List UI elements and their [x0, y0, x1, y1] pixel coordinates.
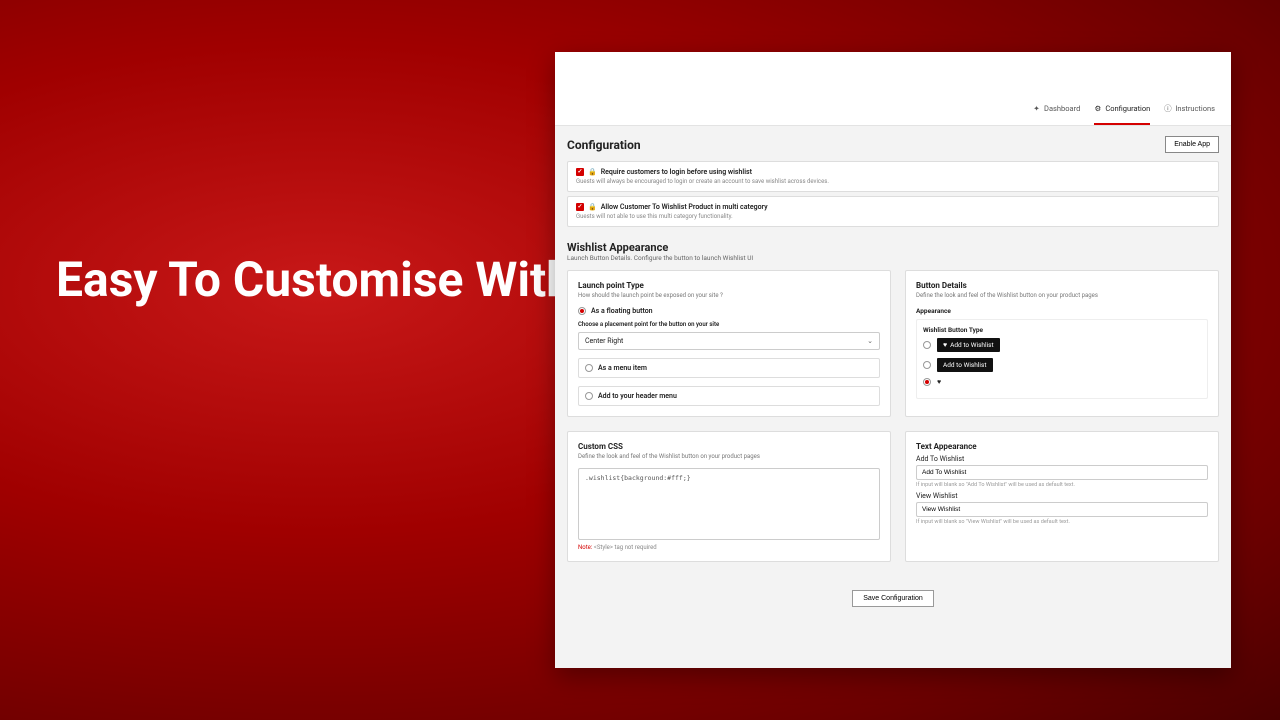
input-hint: If input will blank so "Add To Wishlist"… [916, 482, 1208, 488]
card-title: Custom CSS [578, 442, 880, 451]
heart-icon: ♥ [943, 341, 947, 349]
select-value: Center Right [585, 337, 623, 345]
appearance-label: Appearance [916, 307, 1208, 315]
wishlist-appearance-title: Wishlist Appearance [567, 241, 1219, 254]
info-icon: ⓘ [1164, 105, 1171, 112]
toggle-label: Allow Customer To Wishlist Product in mu… [601, 203, 768, 211]
add-wishlist-label: Add To Wishlist [916, 455, 1208, 463]
tab-dashboard[interactable]: ✦ Dashboard [1033, 98, 1080, 125]
button-type-option-3[interactable]: ♥ [923, 378, 1201, 386]
card-title: Text Appearance [916, 442, 1208, 451]
css-note: Note: <Style> tag not required [578, 544, 880, 551]
wishlist-button-preview: ♥ Add to Wishlist [937, 338, 1000, 352]
launch-option-menu[interactable]: As a menu item [578, 358, 880, 378]
tab-label: Configuration [1105, 104, 1150, 113]
lock-icon: 🔒 [588, 168, 597, 176]
radio-icon [585, 364, 593, 372]
button-type-label: Wishlist Button Type [923, 326, 1201, 334]
custom-css-card: Custom CSS Define the look and feel of t… [567, 431, 891, 562]
checkbox-icon[interactable]: ✓ [576, 203, 584, 211]
toggle-note: Guests will always be encouraged to logi… [576, 178, 1210, 185]
radio-label: As a menu item [598, 364, 647, 372]
card-subtitle: Define the look and feel of the Wishlist… [578, 453, 880, 460]
radio-icon [585, 392, 593, 400]
radio-icon [923, 341, 931, 349]
top-nav: ✦ Dashboard ⚙ Configuration ⓘ Instructio… [555, 52, 1231, 126]
chevron-down-icon: ⌄ [867, 337, 873, 345]
multi-category-toggle: ✓ 🔒 Allow Customer To Wishlist Product i… [567, 196, 1219, 227]
gear-icon: ⚙ [1094, 105, 1101, 112]
view-wishlist-label: View Wishlist [916, 492, 1208, 500]
tab-label: Instructions [1175, 104, 1215, 113]
checkbox-icon[interactable]: ✓ [576, 168, 584, 176]
placement-select[interactable]: Center Right ⌄ [578, 332, 880, 350]
card-title: Button Details [916, 281, 1208, 290]
radio-icon [578, 307, 586, 315]
radio-label: Add to your header menu [598, 392, 677, 400]
custom-css-textarea[interactable]: .wishlist{background:#fff;} [578, 468, 880, 540]
page-title: Configuration [567, 138, 641, 152]
text-appearance-card: Text Appearance Add To Wishlist If input… [905, 431, 1219, 562]
input-hint: If input will blank so "View Wishlist" w… [916, 519, 1208, 525]
placement-label: Choose a placement point for the button … [578, 321, 880, 328]
lock-icon: 🔒 [588, 203, 597, 211]
save-configuration-button[interactable]: Save Configuration [852, 590, 934, 607]
toggle-label: Require customers to login before using … [601, 168, 752, 176]
target-icon: ✦ [1033, 105, 1040, 112]
wishlist-button-preview: Add to Wishlist [937, 358, 993, 372]
wishlist-appearance-subtitle: Launch Button Details. Configure the but… [567, 254, 1219, 262]
toggle-note: Guests will not able to use this multi c… [576, 213, 1210, 220]
radio-label: As a floating button [591, 307, 653, 315]
view-wishlist-input[interactable] [916, 502, 1208, 517]
tab-label: Dashboard [1044, 104, 1080, 113]
launch-option-floating[interactable]: As a floating button [578, 307, 880, 315]
radio-icon [923, 378, 931, 386]
require-login-toggle: ✓ 🔒 Require customers to login before us… [567, 161, 1219, 192]
tab-configuration[interactable]: ⚙ Configuration [1094, 98, 1150, 125]
button-type-option-2[interactable]: Add to Wishlist [923, 358, 1201, 372]
add-wishlist-input[interactable] [916, 465, 1208, 480]
radio-icon [923, 361, 931, 369]
card-subtitle: Define the look and feel of the Wishlist… [916, 292, 1208, 299]
enable-app-button[interactable]: Enable App [1165, 136, 1219, 153]
button-details-card: Button Details Define the look and feel … [905, 270, 1219, 417]
card-title: Launch point Type [578, 281, 880, 290]
card-subtitle: How should the launch point be exposed o… [578, 292, 880, 299]
launch-point-card: Launch point Type How should the launch … [567, 270, 891, 417]
heart-icon: ♥ [937, 378, 941, 386]
button-type-option-1[interactable]: ♥ Add to Wishlist [923, 338, 1201, 352]
launch-option-header[interactable]: Add to your header menu [578, 386, 880, 406]
tab-instructions[interactable]: ⓘ Instructions [1164, 98, 1215, 125]
app-panel: ✦ Dashboard ⚙ Configuration ⓘ Instructio… [555, 52, 1231, 668]
